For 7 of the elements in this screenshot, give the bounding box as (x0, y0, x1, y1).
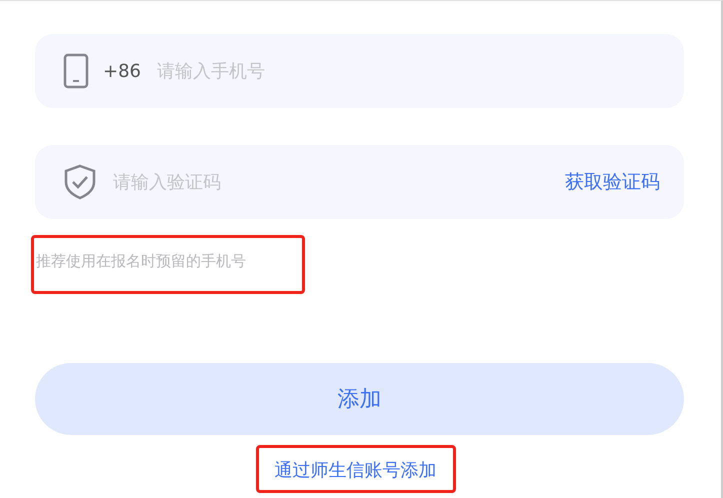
shield-check-icon (63, 164, 97, 200)
account-add-link[interactable]: 通过师生信账号添加 (274, 460, 436, 481)
phone-icon (63, 53, 89, 89)
get-code-link[interactable]: 获取验证码 (565, 169, 660, 195)
hint-text: 推荐使用在报名时预留的手机号 (36, 252, 246, 270)
add-button[interactable]: 添加 (35, 363, 684, 435)
country-code: +86 (103, 60, 141, 82)
